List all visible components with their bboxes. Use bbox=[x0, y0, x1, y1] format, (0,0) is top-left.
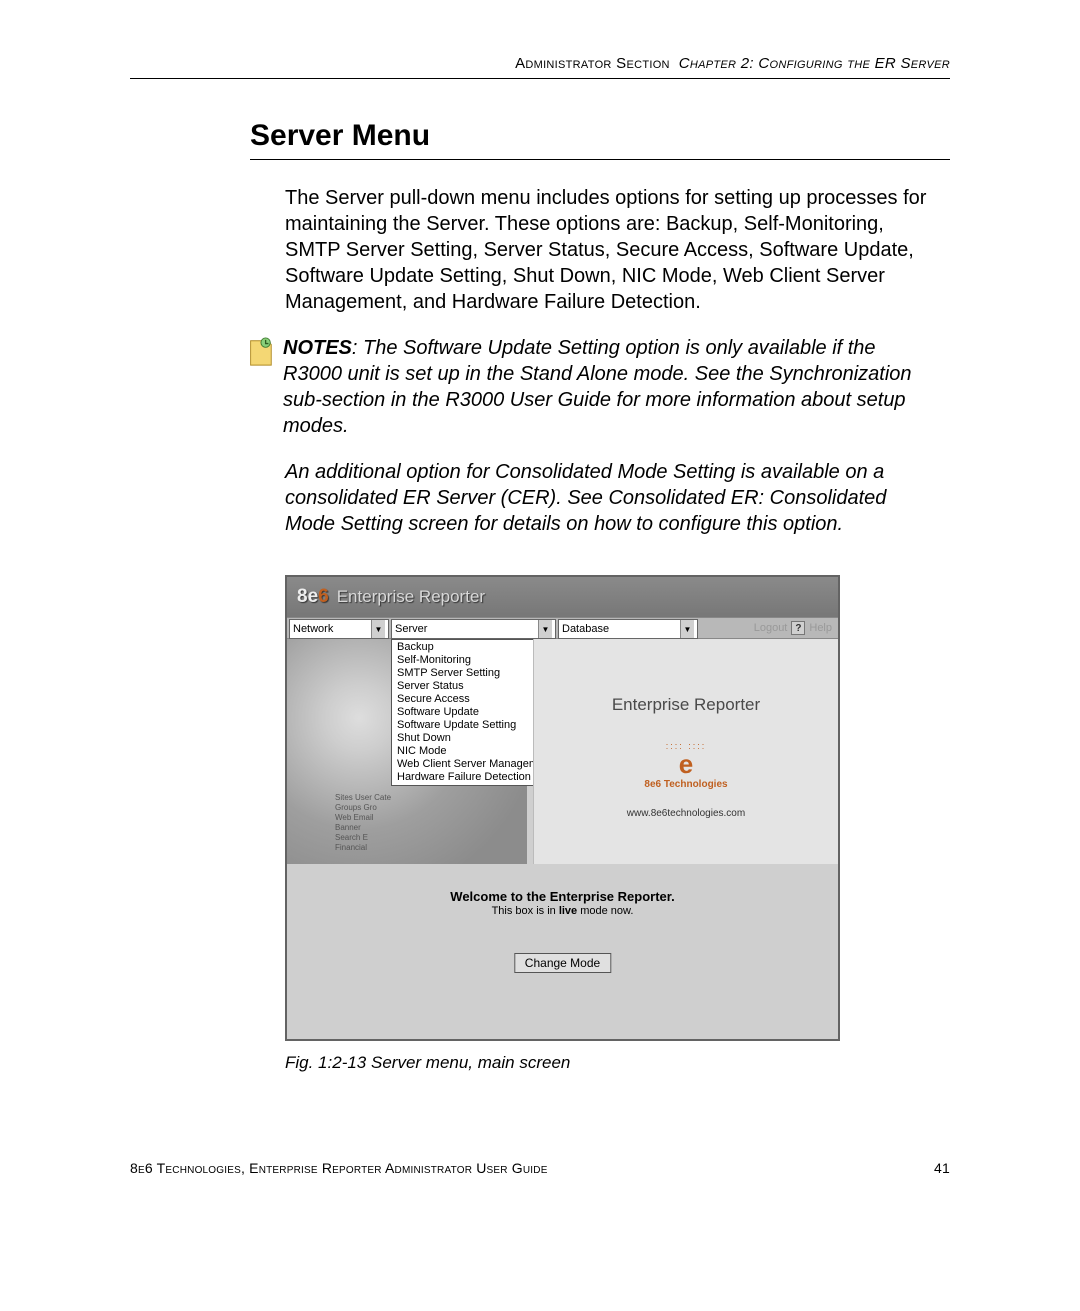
change-mode-button[interactable]: Change Mode bbox=[514, 953, 611, 973]
notes-text: NOTES: The Software Update Setting optio… bbox=[283, 335, 935, 439]
intro-paragraph: The Server pull-down menu includes optio… bbox=[285, 185, 935, 315]
bg-chart-labels: Sites User Cate Groups Gro Web Email Ban… bbox=[335, 793, 391, 853]
app-window: 8e6 Enterprise Reporter Network ▼ Server… bbox=[285, 575, 840, 1041]
page-header: Administrator Section Chapter 2: Configu… bbox=[130, 55, 950, 79]
footer-page-number: 41 bbox=[934, 1160, 950, 1176]
header-section: Administrator Section bbox=[515, 55, 670, 72]
brand-logo: 8e6 bbox=[297, 586, 329, 608]
section-title: Server Menu bbox=[250, 119, 950, 160]
menubar: Network ▼ Server ▼ Database ▼ Logout ? H… bbox=[287, 617, 838, 639]
figure-caption: Fig. 1:2-13 Server menu, main screen bbox=[285, 1053, 840, 1073]
notes-p1: : The Software Update Setting option is … bbox=[283, 337, 912, 437]
splash-title: Enterprise Reporter bbox=[612, 695, 760, 715]
page-footer: 8e6 Technologies, Enterprise Reporter Ad… bbox=[130, 1160, 950, 1176]
chevron-down-icon: ▼ bbox=[538, 620, 552, 638]
product-name: Enterprise Reporter bbox=[337, 587, 485, 607]
notes-p2: An additional option for Consolidated Mo… bbox=[285, 459, 935, 537]
app-titlebar: 8e6 Enterprise Reporter bbox=[287, 577, 838, 617]
header-chapter: Chapter 2: Configuring the ER Server bbox=[679, 55, 950, 72]
menu-server[interactable]: Server ▼ bbox=[391, 619, 556, 639]
chevron-down-icon: ▼ bbox=[680, 620, 694, 638]
welcome-message: Welcome to the Enterprise Reporter. This… bbox=[359, 889, 766, 917]
splash-tech: 8e6 Technologies bbox=[644, 779, 727, 790]
welcome-line1: Welcome to the Enterprise Reporter. bbox=[359, 889, 766, 904]
notes-label: NOTES bbox=[283, 337, 352, 359]
note-icon bbox=[245, 337, 275, 367]
logout-link[interactable]: Logout bbox=[754, 622, 788, 634]
logo-e-icon: e bbox=[679, 751, 693, 777]
content-splash: Enterprise Reporter :::: :::: e 8e6 Tech… bbox=[533, 639, 838, 864]
chevron-down-icon: ▼ bbox=[371, 620, 385, 638]
splash-url: www.8e6technologies.com bbox=[627, 808, 745, 819]
menu-network[interactable]: Network ▼ bbox=[289, 619, 389, 639]
help-link[interactable]: Help bbox=[809, 622, 832, 634]
help-icon[interactable]: ? bbox=[791, 621, 805, 635]
menu-database[interactable]: Database ▼ bbox=[558, 619, 698, 639]
footer-left: 8e6 Technologies, Enterprise Reporter Ad… bbox=[130, 1160, 548, 1176]
